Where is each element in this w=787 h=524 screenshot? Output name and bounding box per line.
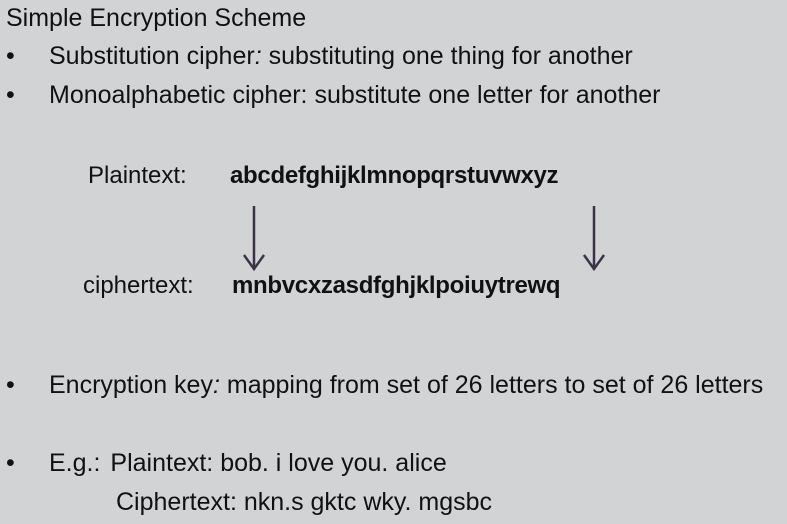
bullet-desc: substituting one thing for another bbox=[261, 42, 633, 70]
bullet-colon: : bbox=[212, 371, 220, 399]
plaintext-alphabet: abcdefghijklmnopqrstuvwxyz bbox=[230, 162, 559, 189]
bullet-text: E.g.: Plaintext: bob. i love you. alice bbox=[49, 447, 784, 479]
bullet-text: Substitution cipher: substituting one th… bbox=[49, 40, 784, 72]
bullet-dot: • bbox=[6, 449, 15, 477]
down-arrow-icon bbox=[582, 206, 606, 272]
plaintext-label: Plaintext: bbox=[88, 162, 187, 189]
bullet-dot: • bbox=[6, 371, 15, 399]
bullet-desc: mapping from set of 26 letters to set of… bbox=[219, 371, 764, 399]
bullet-text: Encryption key: mapping from set of 26 l… bbox=[49, 369, 784, 401]
ciphertext-label: ciphertext: bbox=[83, 272, 194, 299]
ciphertext-alphabet: mnbvcxzasdfghjklpoiuytrewq bbox=[232, 272, 561, 299]
example-label: E.g.: bbox=[49, 449, 101, 477]
example-plaintext: Plaintext: bob. i love you. alice bbox=[110, 449, 447, 477]
bullet-dot: • bbox=[6, 42, 15, 70]
down-arrow-icon bbox=[242, 206, 266, 272]
bullet-dot: • bbox=[6, 81, 15, 109]
bullet-term: Encryption key bbox=[49, 371, 213, 399]
bullet-colon: : bbox=[254, 42, 262, 70]
bullet-term: Substitution cipher bbox=[49, 42, 255, 70]
bullet-text: Monoalphabetic cipher: substitute one le… bbox=[49, 81, 661, 109]
example-ciphertext: Ciphertext: nkn.s gktc wky. mgsbc bbox=[116, 488, 493, 516]
slide-title: Simple Encryption Scheme bbox=[6, 4, 307, 32]
